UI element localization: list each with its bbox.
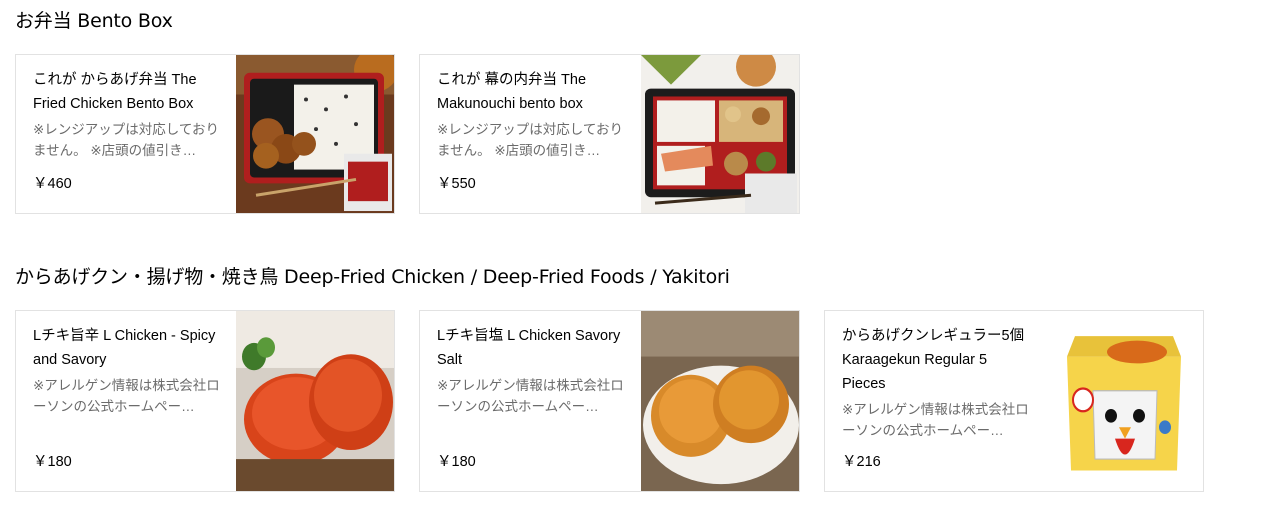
item-description: ※レンジアップは対応しておりません。 ※店頭の値引き…	[437, 122, 624, 158]
item-price: ￥180	[33, 454, 72, 470]
item-name: からあげクンレギュラー5個 Karaagekun Regular 5 Piece…	[842, 328, 1025, 392]
item-name: これが からあげ弁当 The Fried Chicken Bento Box	[33, 72, 197, 112]
section-title-deep-fried: からあげクン・揚げ物・焼き鳥 Deep-Fried Chicken / Deep…	[15, 266, 730, 288]
item-name: Lチキ旨辛 L Chicken - Spicy and Savory	[33, 328, 216, 368]
karaagekun-box-photo	[1045, 311, 1203, 491]
menu-item-card[interactable]: からあげクンレギュラー5個 Karaagekun Regular 5 Piece…	[824, 310, 1204, 492]
karaage-bento-photo	[236, 55, 394, 213]
menu-item-card[interactable]: Lチキ旨辛 L Chicken - Spicy and Savory ※アレルゲ…	[15, 310, 395, 492]
item-price: ￥550	[437, 176, 476, 192]
section-title-bento: お弁当 Bento Box	[15, 10, 173, 32]
item-description: ※レンジアップは対応しておりません。 ※店頭の値引き…	[33, 122, 220, 158]
spicy-fried-chicken-photo	[236, 311, 394, 491]
menu-item-card[interactable]: これが 幕の内弁当 The Makunouchi bento box ※レンジア…	[419, 54, 800, 214]
menu-item-card[interactable]: これが からあげ弁当 The Fried Chicken Bento Box ※…	[15, 54, 395, 214]
item-description: ※アレルゲン情報は株式会社ローソンの公式ホームペー…	[437, 378, 624, 414]
item-description: ※アレルゲン情報は株式会社ローソンの公式ホームペー…	[842, 402, 1029, 438]
item-description: ※アレルゲン情報は株式会社ローソンの公式ホームペー…	[33, 378, 220, 414]
item-name: これが 幕の内弁当 The Makunouchi bento box	[437, 72, 587, 112]
item-price: ￥180	[437, 454, 476, 470]
item-price: ￥460	[33, 176, 72, 192]
menu-item-card[interactable]: Lチキ旨塩 L Chicken Savory Salt ※アレルゲン情報は株式会…	[419, 310, 800, 492]
salt-fried-chicken-photo	[641, 311, 799, 491]
item-name: Lチキ旨塩 L Chicken Savory Salt	[437, 328, 621, 368]
item-price: ￥216	[842, 454, 881, 470]
makunouchi-bento-photo	[641, 55, 799, 213]
